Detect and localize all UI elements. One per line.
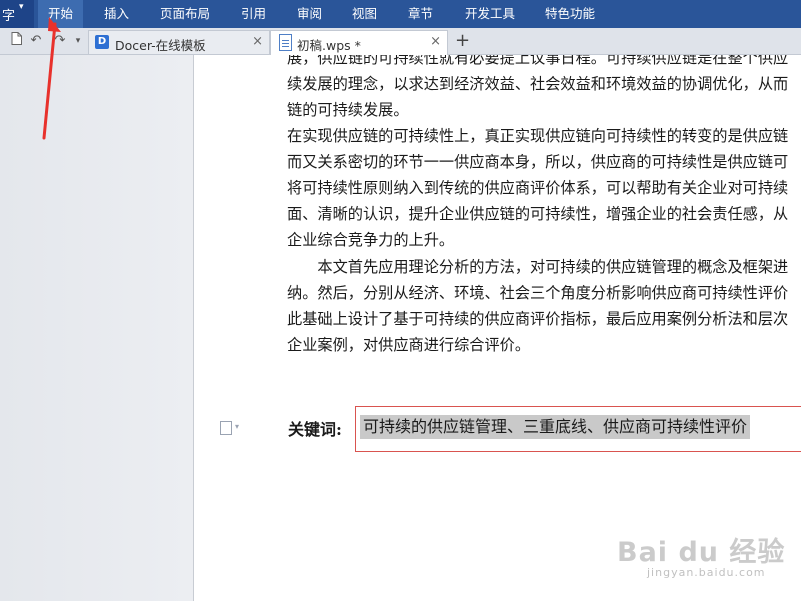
watermark-url: jingyan.baidu.com [647,566,766,579]
watermark-logo: Bai du 经验 [617,537,786,568]
baidu-jingyan-watermark: Bai du 经验 jingyan.baidu.com [615,520,801,601]
annotation-arrow-icon [42,17,61,140]
